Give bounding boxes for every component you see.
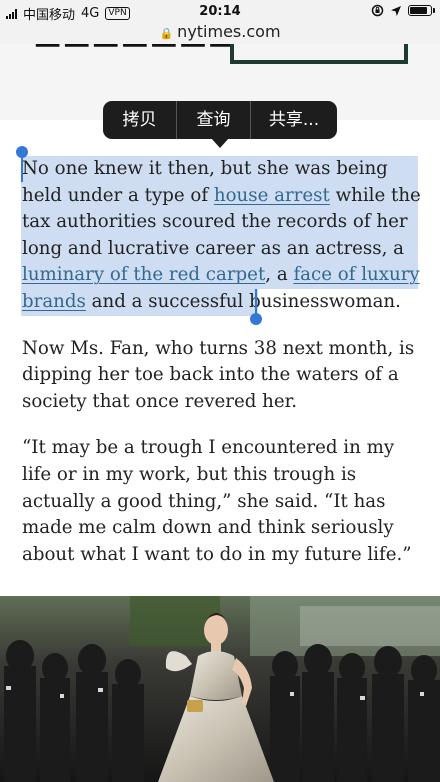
address-bar[interactable]: 🔒 nytimes.com — [0, 24, 440, 44]
paragraph-text: , a — [265, 264, 294, 286]
top-ad-banner[interactable]: ▀▀▀▀▀▀▀ — [0, 44, 440, 84]
lock-icon: 🔒 — [159, 27, 174, 40]
url-text: nytimes.com — [177, 22, 281, 41]
menu-share[interactable]: 共享... — [251, 101, 337, 139]
menu-copy[interactable]: 拷贝 — [103, 101, 176, 139]
link-luminary-red-carpet[interactable]: luminary of the red carpet — [22, 264, 265, 285]
menu-look-up[interactable]: 查询 — [177, 101, 250, 139]
ad-logo-image: ▀▀▀▀▀▀▀ — [36, 44, 240, 65]
status-bar: 中国移动 4G VPN 20:14 — [0, 0, 440, 24]
menu-pointer-arrow — [211, 138, 229, 148]
article-body: No one knew it then, but she was being h… — [22, 156, 422, 588]
article-paragraph-2: Now Ms. Fan, who turns 38 next month, is… — [22, 337, 415, 412]
rotation-lock-icon — [371, 4, 384, 17]
text-context-menu: 拷贝 查询 共享... — [103, 101, 337, 148]
article-paragraph-3: “It may be a trough I encountered in my … — [22, 437, 412, 565]
article-paragraph-1: No one knew it then, but she was being h… — [22, 156, 422, 316]
link-house-arrest[interactable]: house arrest — [214, 185, 330, 206]
selection-start-caret — [21, 154, 23, 182]
battery-level — [410, 7, 428, 14]
location-arrow-icon — [391, 5, 401, 16]
article-photo[interactable] — [0, 596, 440, 782]
red-carpet-photo-image — [0, 596, 440, 782]
selection-end-handle[interactable] — [250, 313, 262, 325]
battery-icon — [408, 5, 435, 16]
ad-frame — [230, 44, 408, 64]
paragraph-text: and a successful businesswoman. — [85, 290, 401, 312]
status-right — [371, 4, 435, 17]
